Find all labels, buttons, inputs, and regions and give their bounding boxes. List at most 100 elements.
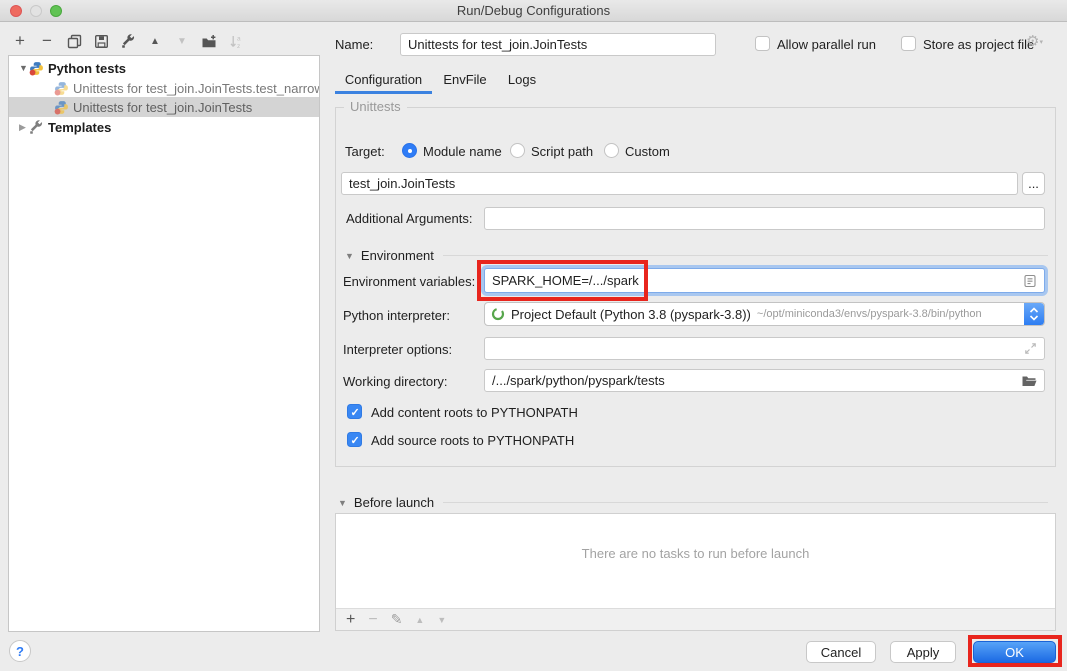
python-test-config-icon	[54, 100, 69, 115]
tree-item-unittests-test-narrow[interactable]: Unittests for test_join.JoinTests.test_n…	[9, 78, 319, 98]
tree-item-python-tests[interactable]: ▼ Python tests	[9, 58, 319, 78]
templates-wrench-icon	[29, 120, 44, 135]
environment-section-header[interactable]: ▼ Environment	[345, 248, 1048, 263]
name-label: Name:	[335, 37, 373, 52]
target-module-name-radio[interactable]	[402, 143, 417, 158]
interpreter-options-input[interactable]	[484, 337, 1045, 360]
zoom-window-button[interactable]	[50, 5, 62, 17]
tab-configuration[interactable]: Configuration	[335, 72, 432, 87]
working-directory-value: /.../spark/python/pyspark/tests	[492, 373, 665, 388]
move-down-icon[interactable]: ▼	[174, 33, 190, 49]
expand-field-icon[interactable]	[1024, 342, 1037, 355]
add-content-roots-label: Add content roots to PYTHONPATH	[371, 405, 578, 420]
environment-variables-label: Environment variables:	[343, 274, 475, 289]
additional-arguments-label: Additional Arguments:	[346, 211, 472, 226]
help-button[interactable]: ?	[9, 640, 31, 662]
remove-configuration-icon[interactable]: −	[39, 33, 55, 49]
close-window-button[interactable]	[10, 5, 22, 17]
tab-envfile[interactable]: EnvFile	[441, 72, 489, 87]
tree-item-label: Unittests for test_join.JoinTests	[73, 100, 252, 115]
cancel-button[interactable]: Cancel	[806, 641, 876, 663]
python-interpreter-path: ~/opt/miniconda3/envs/pyspark-3.8/bin/py…	[757, 308, 982, 320]
module-name-value: test_join.JoinTests	[349, 176, 455, 191]
move-up-icon[interactable]: ▲	[147, 33, 163, 49]
svg-text:z: z	[237, 43, 240, 49]
expanded-chevron-icon[interactable]: ▼	[19, 63, 29, 73]
copy-configuration-icon[interactable]	[66, 33, 82, 49]
interpreter-dropdown-chevron-icon[interactable]	[1024, 303, 1044, 325]
environment-collapse-icon[interactable]: ▼	[345, 251, 354, 261]
environment-variables-value: SPARK_HOME=/.../spark	[492, 273, 639, 288]
new-folder-icon[interactable]	[201, 33, 217, 49]
add-task-icon[interactable]: +	[346, 611, 355, 629]
remove-task-icon[interactable]: −	[368, 611, 377, 629]
move-task-up-icon[interactable]: ▲	[415, 615, 424, 625]
add-source-roots-label: Add source roots to PYTHONPATH	[371, 433, 574, 448]
edit-task-pencil-icon[interactable]: ✎	[391, 611, 403, 628]
target-script-path-label: Script path	[531, 144, 593, 159]
active-tab-underline	[335, 91, 432, 94]
add-source-roots-checkbox[interactable]	[347, 432, 362, 447]
store-as-project-file-checkbox[interactable]	[901, 36, 916, 51]
tree-item-label: Unittests for test_join.JoinTests.test_n…	[73, 81, 319, 96]
python-test-config-icon	[54, 81, 69, 96]
target-module-name-label: Module name	[423, 144, 502, 159]
tree-item-label: Templates	[48, 120, 111, 135]
sort-configurations-icon[interactable]: az	[228, 33, 244, 49]
browse-folder-icon[interactable]	[1021, 374, 1037, 388]
ok-label: OK	[1005, 645, 1024, 660]
python-interpreter-label: Python interpreter:	[343, 308, 450, 323]
browse-module-button[interactable]: ...	[1022, 172, 1045, 195]
target-script-path-radio[interactable]	[510, 143, 525, 158]
python-tests-icon	[29, 61, 44, 76]
environment-section-title: Environment	[361, 248, 434, 263]
conda-env-icon	[491, 307, 505, 321]
before-launch-section-title: Before launch	[354, 495, 434, 510]
name-input[interactable]: Unittests for test_join.JoinTests	[400, 33, 716, 56]
title-bar: Run/Debug Configurations	[0, 0, 1067, 22]
tree-item-unittests-jointests-selected[interactable]: Unittests for test_join.JoinTests	[9, 97, 319, 117]
name-value: Unittests for test_join.JoinTests	[408, 37, 587, 52]
store-options-gear-icon[interactable]: ⚙▾	[1026, 32, 1043, 50]
python-interpreter-value: Project Default (Python 3.8 (pyspark-3.8…	[511, 307, 751, 322]
unittests-group-title: Unittests	[344, 99, 407, 114]
allow-parallel-run-label: Allow parallel run	[777, 37, 876, 52]
collapsed-chevron-icon[interactable]: ▶	[19, 122, 29, 133]
environment-variables-input[interactable]: SPARK_HOME=/.../spark	[484, 268, 1045, 293]
allow-parallel-run-checkbox[interactable]	[755, 36, 770, 51]
add-content-roots-checkbox[interactable]	[347, 404, 362, 419]
target-label: Target:	[345, 144, 385, 159]
minimize-window-button[interactable]	[30, 5, 42, 17]
apply-label: Apply	[907, 645, 940, 660]
run-debug-configurations-dialog: Run/Debug Configurations + − ▲ ▼ az ▼ Py	[0, 0, 1067, 671]
tree-item-templates[interactable]: ▶ Templates	[9, 117, 319, 137]
env-vars-list-icon[interactable]	[1023, 274, 1037, 288]
target-custom-radio[interactable]	[604, 143, 619, 158]
separator-line	[443, 502, 1048, 503]
working-directory-input[interactable]: /.../spark/python/pyspark/tests	[484, 369, 1045, 392]
svg-text:a: a	[237, 35, 241, 42]
module-name-input[interactable]: test_join.JoinTests	[341, 172, 1018, 195]
before-launch-toolbar: + − ✎ ▲ ▼	[336, 608, 1055, 630]
browse-module-label: ...	[1028, 176, 1039, 191]
additional-arguments-input[interactable]	[484, 207, 1045, 230]
cancel-label: Cancel	[821, 645, 861, 660]
configurations-toolbar: + − ▲ ▼ az	[12, 31, 244, 51]
working-directory-label: Working directory:	[343, 374, 448, 389]
before-launch-section-header[interactable]: ▼ Before launch	[338, 495, 1048, 510]
store-as-project-file-label: Store as project file	[923, 37, 1034, 52]
before-launch-collapse-icon[interactable]: ▼	[338, 498, 347, 508]
edit-templates-wrench-icon[interactable]	[120, 33, 136, 49]
ok-button[interactable]: OK	[973, 641, 1056, 663]
add-configuration-icon[interactable]: +	[12, 33, 28, 49]
tree-item-label: Python tests	[48, 61, 126, 76]
apply-button[interactable]: Apply	[890, 641, 956, 663]
interpreter-options-label: Interpreter options:	[343, 342, 452, 357]
save-configuration-icon[interactable]	[93, 33, 109, 49]
target-custom-label: Custom	[625, 144, 670, 159]
move-task-down-icon[interactable]: ▼	[437, 615, 446, 625]
python-interpreter-dropdown[interactable]: Project Default (Python 3.8 (pyspark-3.8…	[484, 302, 1045, 326]
tab-logs[interactable]: Logs	[503, 72, 541, 87]
help-label: ?	[16, 644, 24, 659]
separator-line	[443, 255, 1048, 256]
